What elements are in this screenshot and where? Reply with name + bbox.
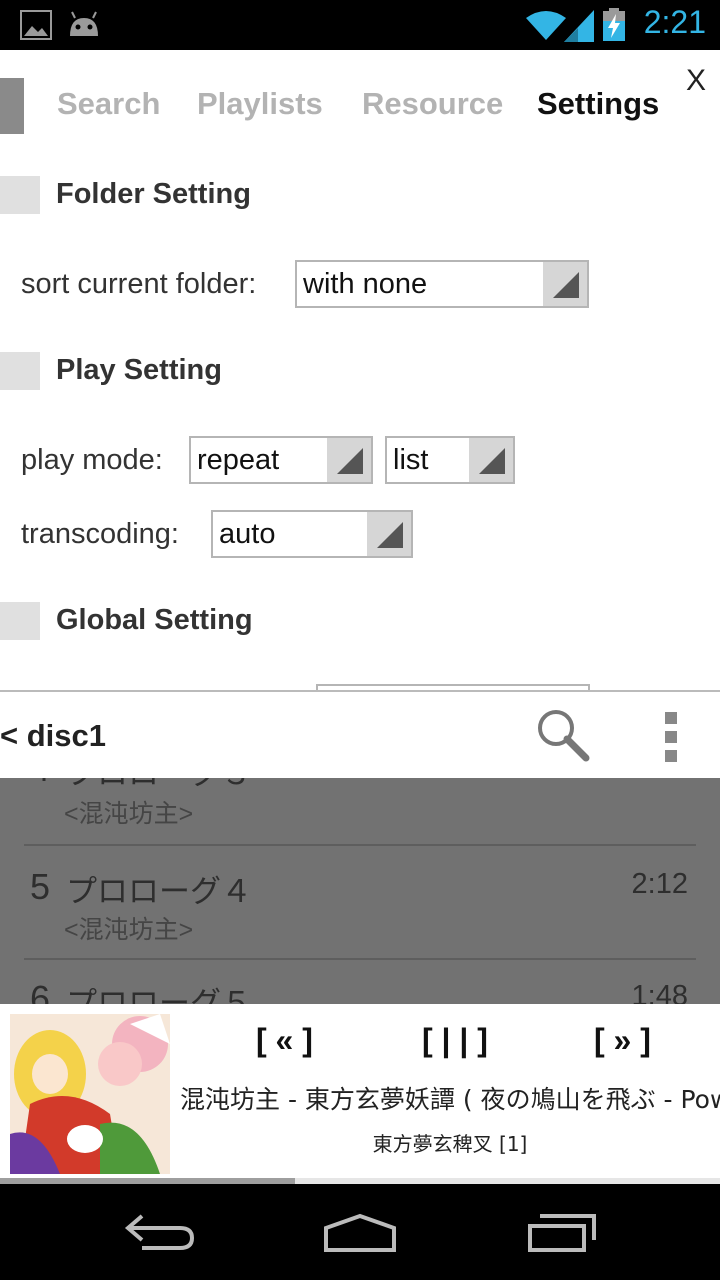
home-nav-icon[interactable]	[322, 1212, 398, 1252]
global-setting-toggle[interactable]	[0, 602, 40, 640]
status-bar: 2:21	[0, 0, 720, 50]
global-setting-title: Global Setting	[56, 604, 253, 636]
settings-panel: Search Playlists Resource Settings X Fol…	[0, 50, 720, 690]
track-title: プロローグ５	[66, 986, 252, 1004]
track-duration: 1:48	[631, 980, 688, 1004]
dropdown-arrow-icon	[327, 438, 371, 482]
image-icon	[20, 10, 52, 40]
clock: 2:21	[643, 4, 706, 40]
tab-playlists[interactable]: Playlists	[197, 86, 323, 122]
navigation-bar	[0, 1184, 720, 1280]
transcoding-label: transcoding:	[21, 518, 179, 550]
back-nav-icon[interactable]	[124, 1212, 196, 1252]
transcoding-value: auto	[219, 518, 276, 550]
close-button[interactable]: X	[686, 64, 706, 98]
dropdown-arrow-icon	[543, 262, 587, 306]
track-row[interactable]: 6 プロローグ５ 1:48	[0, 960, 720, 1004]
android-icon	[70, 11, 98, 36]
track-artist: <混沌坊主>	[64, 800, 194, 828]
dropdown-arrow-icon	[367, 512, 411, 556]
tab-settings[interactable]: Settings	[537, 86, 659, 122]
sort-folder-value: with none	[303, 268, 428, 300]
back-button[interactable]: < disc1	[0, 718, 106, 754]
signal-icon	[564, 10, 594, 42]
tab-resource[interactable]: Resource	[362, 86, 503, 122]
album-info: 東方夢玄稗叉 [1]	[372, 1132, 528, 1156]
play-mode-select[interactable]: repeat	[189, 436, 373, 484]
track-row[interactable]: 5 プロローグ４ 2:12 <混沌坊主>	[0, 846, 720, 960]
sort-folder-select[interactable]: with none	[295, 260, 589, 308]
pause-button[interactable]: [ | | ]	[422, 1022, 488, 1059]
play-setting-toggle[interactable]	[0, 352, 40, 390]
wifi-icon	[526, 11, 566, 40]
search-icon[interactable]	[534, 706, 590, 762]
play-mode-label: play mode:	[21, 444, 163, 476]
folder-setting-title: Folder Setting	[56, 178, 251, 210]
track-number: 6	[30, 978, 51, 1004]
track-artist: <混沌坊主>	[64, 916, 194, 944]
dropdown-arrow-icon	[469, 438, 513, 482]
track-info: 混沌坊主 - 東方玄夢妖譚 ( 夜の鳩山を飛ぶ - Power M	[180, 1085, 720, 1114]
recents-nav-icon[interactable]	[526, 1212, 598, 1252]
play-setting-title: Play Setting	[56, 354, 222, 386]
track-number: 5	[30, 866, 51, 907]
next-button[interactable]: [ » ]	[594, 1022, 651, 1059]
sort-folder-label: sort current folder:	[21, 268, 257, 300]
battery-charging-icon	[603, 8, 625, 41]
play-mode-value: repeat	[197, 444, 280, 476]
title-bar: < disc1	[0, 690, 720, 778]
tab-search[interactable]: Search	[57, 86, 160, 122]
folder-setting-toggle[interactable]	[0, 176, 40, 214]
drawer-handle[interactable]	[0, 78, 24, 134]
now-playing-bar: [ « ] [ | | ] [ » ] 混沌坊主 - 東方玄夢妖譚 ( 夜の鳩山…	[0, 1004, 720, 1180]
track-title: プロローグ４	[66, 874, 252, 909]
play-list-select[interactable]: list	[385, 436, 515, 484]
prev-button[interactable]: [ « ]	[256, 1022, 313, 1059]
track-duration: 2:12	[631, 868, 688, 900]
album-art[interactable]	[10, 1014, 170, 1174]
overflow-menu-icon[interactable]	[664, 712, 678, 762]
transcoding-select[interactable]: auto	[211, 510, 413, 558]
play-list-value: list	[393, 444, 429, 476]
